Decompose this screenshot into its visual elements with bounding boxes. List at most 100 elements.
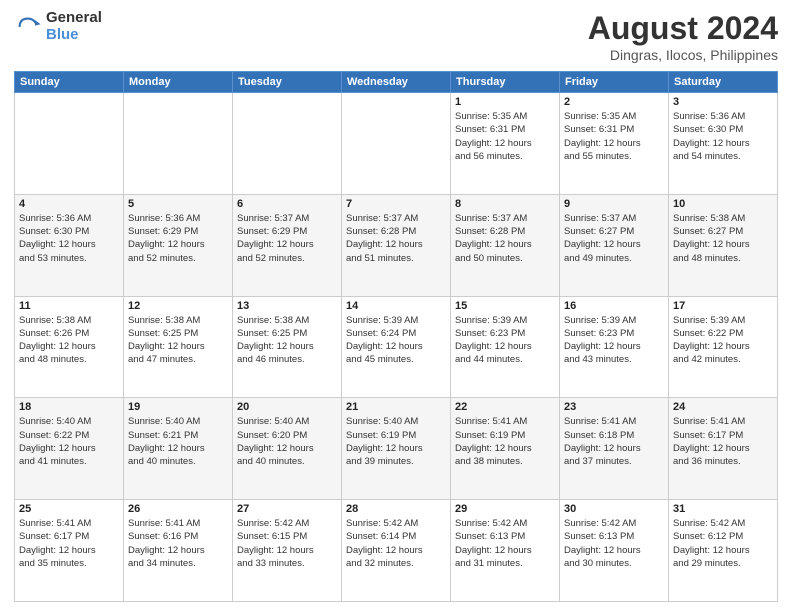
weekday-header-sunday: Sunday — [15, 72, 124, 93]
title-block: August 2024 Dingras, Ilocos, Philippines — [588, 10, 778, 63]
day-cell — [124, 93, 233, 195]
day-cell: 10Sunrise: 5:38 AM Sunset: 6:27 PM Dayli… — [669, 194, 778, 296]
day-info: Sunrise: 5:42 AM Sunset: 6:13 PM Dayligh… — [564, 517, 664, 570]
day-cell: 11 Sunrise: 5:38 AM Sunset: 6:26 PM Dayli… — [15, 296, 124, 398]
week-row-4: 18 Sunrise: 5:40 AM Sunset: 6:22 PM Dayli… — [15, 398, 778, 500]
logo-general-label: General — [46, 10, 102, 27]
day-cell: 1 Sunrise: 5:35 AM Sunset: 6:31 PM Daylig… — [451, 93, 560, 195]
day-number: 10 — [673, 198, 773, 210]
day-number: 23 — [564, 401, 664, 413]
day-number: 2 — [564, 96, 664, 108]
day-number: 1 — [455, 96, 555, 108]
day-number: 18 — [19, 401, 119, 413]
calendar-table: SundayMondayTuesdayWednesdayThursdayFrid… — [14, 71, 778, 602]
day-number: 12 — [128, 300, 228, 312]
day-info: Sunrise: 5:37 AM Sunset: 6:28 PM Dayligh… — [455, 212, 555, 265]
day-number: 28 — [346, 503, 446, 515]
day-info: Sunrise: 5:35 AM Sunset: 6:31 PM Dayligh… — [455, 110, 555, 163]
day-number: 27 — [237, 503, 337, 515]
day-number: 11 — [19, 300, 119, 312]
logo-text: General Blue — [46, 10, 102, 43]
day-number: 16 — [564, 300, 664, 312]
day-info: Sunrise: 5:41 AM Sunset: 6:17 PM Dayligh… — [673, 415, 773, 468]
day-info: Sunrise: 5:40 AM Sunset: 6:22 PM Dayligh… — [19, 415, 119, 468]
month-title: August 2024 — [588, 10, 778, 47]
day-cell: 27 Sunrise: 5:42 AM Sunset: 6:15 PM Dayli… — [233, 500, 342, 602]
day-info: Sunrise: 5:40 AM Sunset: 6:21 PM Dayligh… — [128, 415, 228, 468]
day-info: Sunrise: 5:41 AM Sunset: 6:17 PM Dayligh… — [19, 517, 119, 570]
day-cell: 26 Sunrise: 5:41 AM Sunset: 6:16 PM Dayli… — [124, 500, 233, 602]
day-info: Sunrise: 5:41 AM Sunset: 6:16 PM Dayligh… — [128, 517, 228, 570]
day-number: 4 — [19, 198, 119, 210]
day-cell: 19 Sunrise: 5:40 AM Sunset: 6:21 PM Dayli… — [124, 398, 233, 500]
day-cell: 25Sunrise: 5:41 AM Sunset: 6:17 PM Dayli… — [15, 500, 124, 602]
day-cell: 12 Sunrise: 5:38 AM Sunset: 6:25 PM Dayli… — [124, 296, 233, 398]
day-number: 31 — [673, 503, 773, 515]
logo: General Blue — [14, 10, 102, 43]
weekday-header-monday: Monday — [124, 72, 233, 93]
day-cell: 17 Sunrise: 5:39 AM Sunset: 6:22 PM Dayli… — [669, 296, 778, 398]
day-cell: 14 Sunrise: 5:39 AM Sunset: 6:24 PM Dayli… — [342, 296, 451, 398]
weekday-header-thursday: Thursday — [451, 72, 560, 93]
day-cell: 18 Sunrise: 5:40 AM Sunset: 6:22 PM Dayli… — [15, 398, 124, 500]
weekday-header-row: SundayMondayTuesdayWednesdayThursdayFrid… — [15, 72, 778, 93]
day-cell — [342, 93, 451, 195]
day-cell: 2 Sunrise: 5:35 AM Sunset: 6:31 PM Daylig… — [560, 93, 669, 195]
day-number: 14 — [346, 300, 446, 312]
day-cell: 8Sunrise: 5:37 AM Sunset: 6:28 PM Daylig… — [451, 194, 560, 296]
day-info: Sunrise: 5:35 AM Sunset: 6:31 PM Dayligh… — [564, 110, 664, 163]
day-number: 26 — [128, 503, 228, 515]
day-number: 9 — [564, 198, 664, 210]
day-info: Sunrise: 5:36 AM Sunset: 6:29 PM Dayligh… — [128, 212, 228, 265]
day-info: Sunrise: 5:38 AM Sunset: 6:25 PM Dayligh… — [128, 314, 228, 367]
header: General Blue August 2024 Dingras, Ilocos… — [14, 10, 778, 63]
day-info: Sunrise: 5:39 AM Sunset: 6:22 PM Dayligh… — [673, 314, 773, 367]
day-number: 5 — [128, 198, 228, 210]
location-label: Dingras, Ilocos, Philippines — [588, 47, 778, 63]
day-number: 13 — [237, 300, 337, 312]
day-cell: 31 Sunrise: 5:42 AM Sunset: 6:12 PM Dayli… — [669, 500, 778, 602]
day-cell: 29 Sunrise: 5:42 AM Sunset: 6:13 PM Dayli… — [451, 500, 560, 602]
day-cell: 4Sunrise: 5:36 AM Sunset: 6:30 PM Daylig… — [15, 194, 124, 296]
day-info: Sunrise: 5:40 AM Sunset: 6:19 PM Dayligh… — [346, 415, 446, 468]
day-number: 22 — [455, 401, 555, 413]
day-cell: 20 Sunrise: 5:40 AM Sunset: 6:20 PM Dayli… — [233, 398, 342, 500]
weekday-header-saturday: Saturday — [669, 72, 778, 93]
day-number: 3 — [673, 96, 773, 108]
day-number: 21 — [346, 401, 446, 413]
weekday-header-tuesday: Tuesday — [233, 72, 342, 93]
day-info: Sunrise: 5:41 AM Sunset: 6:18 PM Dayligh… — [564, 415, 664, 468]
page: General Blue August 2024 Dingras, Ilocos… — [0, 0, 792, 612]
day-number: 29 — [455, 503, 555, 515]
day-cell: 16 Sunrise: 5:39 AM Sunset: 6:23 PM Dayli… — [560, 296, 669, 398]
day-info: Sunrise: 5:42 AM Sunset: 6:15 PM Dayligh… — [237, 517, 337, 570]
day-number: 19 — [128, 401, 228, 413]
day-info: Sunrise: 5:39 AM Sunset: 6:24 PM Dayligh… — [346, 314, 446, 367]
day-info: Sunrise: 5:39 AM Sunset: 6:23 PM Dayligh… — [455, 314, 555, 367]
day-info: Sunrise: 5:36 AM Sunset: 6:30 PM Dayligh… — [673, 110, 773, 163]
day-number: 17 — [673, 300, 773, 312]
day-info: Sunrise: 5:42 AM Sunset: 6:13 PM Dayligh… — [455, 517, 555, 570]
week-row-5: 25Sunrise: 5:41 AM Sunset: 6:17 PM Dayli… — [15, 500, 778, 602]
day-cell — [15, 93, 124, 195]
weekday-header-wednesday: Wednesday — [342, 72, 451, 93]
day-number: 20 — [237, 401, 337, 413]
day-info: Sunrise: 5:42 AM Sunset: 6:12 PM Dayligh… — [673, 517, 773, 570]
weekday-header-friday: Friday — [560, 72, 669, 93]
day-cell: 22 Sunrise: 5:41 AM Sunset: 6:19 PM Dayli… — [451, 398, 560, 500]
day-cell: 23 Sunrise: 5:41 AM Sunset: 6:18 PM Dayli… — [560, 398, 669, 500]
day-cell: 3 Sunrise: 5:36 AM Sunset: 6:30 PM Daylig… — [669, 93, 778, 195]
day-cell: 9Sunrise: 5:37 AM Sunset: 6:27 PM Daylig… — [560, 194, 669, 296]
day-number: 24 — [673, 401, 773, 413]
day-cell: 6Sunrise: 5:37 AM Sunset: 6:29 PM Daylig… — [233, 194, 342, 296]
day-cell: 13Sunrise: 5:38 AM Sunset: 6:25 PM Dayli… — [233, 296, 342, 398]
day-info: Sunrise: 5:39 AM Sunset: 6:23 PM Dayligh… — [564, 314, 664, 367]
day-info: Sunrise: 5:40 AM Sunset: 6:20 PM Dayligh… — [237, 415, 337, 468]
week-row-3: 11 Sunrise: 5:38 AM Sunset: 6:26 PM Dayli… — [15, 296, 778, 398]
day-info: Sunrise: 5:41 AM Sunset: 6:19 PM Dayligh… — [455, 415, 555, 468]
day-info: Sunrise: 5:37 AM Sunset: 6:28 PM Dayligh… — [346, 212, 446, 265]
day-cell: 7Sunrise: 5:37 AM Sunset: 6:28 PM Daylig… — [342, 194, 451, 296]
day-info: Sunrise: 5:38 AM Sunset: 6:26 PM Dayligh… — [19, 314, 119, 367]
day-info: Sunrise: 5:42 AM Sunset: 6:14 PM Dayligh… — [346, 517, 446, 570]
day-number: 6 — [237, 198, 337, 210]
